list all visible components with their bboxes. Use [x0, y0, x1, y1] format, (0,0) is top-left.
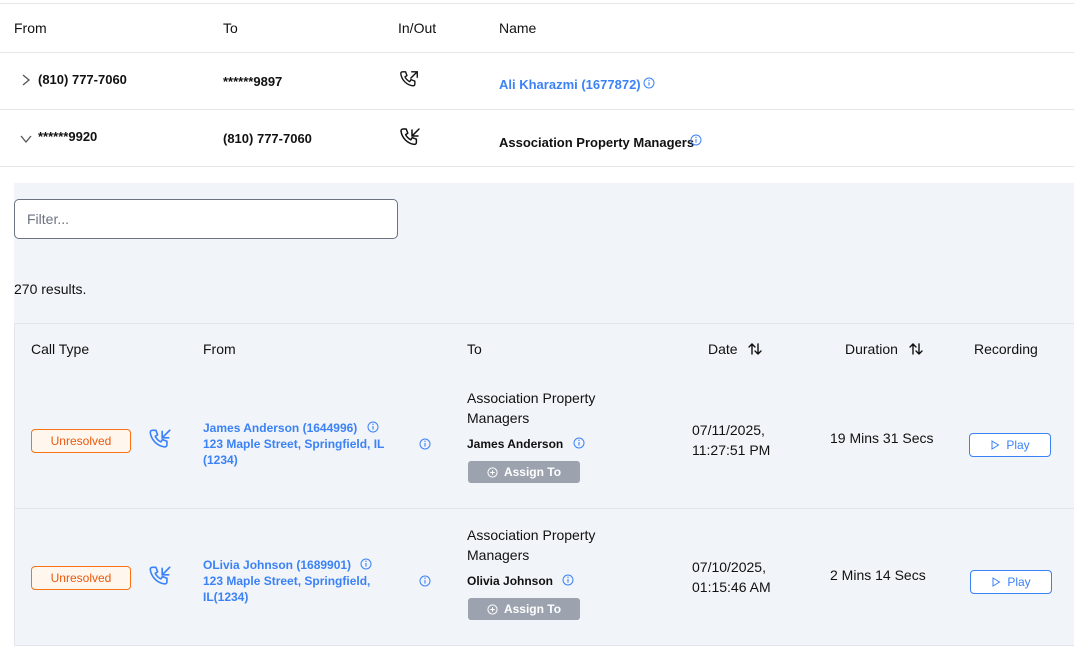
row-from: (810) 777-7060: [38, 72, 127, 87]
sort-date-button[interactable]: Date: [708, 341, 763, 357]
recipient-org: Association Property Managers: [467, 390, 596, 426]
incoming-call-icon: [400, 128, 420, 146]
header-to: To: [223, 20, 238, 36]
sort-duration-button[interactable]: Duration: [845, 341, 924, 357]
play-recording-button[interactable]: Play: [970, 570, 1052, 594]
chevron-down-icon[interactable]: [19, 133, 33, 145]
sort-icon: [748, 343, 763, 355]
recipient-person: James Anderson: [467, 437, 585, 451]
caller-address[interactable]: 123 Maple Street, Springfield, IL(1234): [203, 573, 393, 605]
info-icon[interactable]: [419, 575, 431, 587]
row-to: ******9897: [223, 74, 283, 89]
assign-to-button[interactable]: Assign To: [468, 461, 580, 483]
call-date: 07/10/2025, 01:15:46 AM: [692, 559, 771, 595]
results-count: 270 results.: [14, 281, 87, 297]
info-icon[interactable]: [573, 437, 585, 449]
call-date: 07/11/2025, 11:27:51 PM: [692, 422, 771, 458]
recipient-person: Olivia Johnson: [467, 574, 574, 588]
table-row[interactable]: (810) 777-7060 ******9897 Ali Kharazmi (…: [0, 53, 1074, 110]
chevron-right-icon[interactable]: [20, 73, 32, 87]
info-icon[interactable]: [367, 421, 379, 433]
plus-circle-icon: [487, 466, 498, 478]
recipient-name: James Anderson: [467, 437, 564, 451]
info-icon[interactable]: [690, 134, 702, 146]
play-icon: [991, 440, 1000, 450]
assign-to-button[interactable]: Assign To: [468, 598, 580, 620]
plus-circle-icon: [487, 603, 498, 615]
info-icon[interactable]: [360, 558, 372, 570]
call-log-header: Call Type From To Date Duration Recordin…: [15, 324, 1074, 372]
header-inout: In/Out: [398, 20, 437, 36]
recipient-name: Olivia Johnson: [467, 574, 554, 588]
assign-to-label: Assign To: [503, 602, 562, 616]
call-duration: 19 Mins 31 Secs: [830, 430, 934, 446]
contact-name: Association Property Managers: [499, 135, 695, 150]
info-icon[interactable]: [643, 77, 655, 89]
table-row: Unresolved OLivia Johnson (1689901) 123 …: [15, 509, 1074, 646]
header-from: From: [14, 20, 47, 36]
incoming-call-icon: [149, 429, 171, 448]
sort-icon: [909, 343, 923, 355]
expanded-details-panel: 270 results. Call Type From To Date Dura…: [14, 183, 1074, 646]
row-to: (810) 777-7060: [223, 131, 312, 146]
contact-link[interactable]: Ali Kharazmi (1677872): [499, 77, 641, 92]
caller-address[interactable]: 123 Maple Street, Springfield, IL (1234): [203, 436, 408, 468]
header-name: Name: [499, 20, 537, 36]
table-row[interactable]: ******9920 (810) 777-7060 Association Pr…: [0, 110, 1074, 167]
recipient-org: Association Property Managers: [467, 527, 596, 563]
header-to: To: [467, 341, 482, 357]
caller-name: OLivia Johnson (1689901): [203, 558, 352, 572]
info-icon[interactable]: [562, 574, 574, 586]
caller-link[interactable]: OLivia Johnson (1689901): [203, 558, 372, 572]
header-duration: Duration: [845, 341, 898, 357]
info-icon[interactable]: [419, 438, 431, 450]
header-date: Date: [708, 341, 738, 357]
caller-name: James Anderson (1644996): [203, 421, 358, 435]
play-icon: [992, 577, 1001, 587]
play-label: Play: [1006, 438, 1030, 452]
assign-to-label: Assign To: [503, 465, 562, 479]
outgoing-call-icon: [400, 71, 418, 87]
play-recording-button[interactable]: Play: [969, 433, 1051, 457]
filter-input[interactable]: [14, 199, 398, 239]
status-badge: Unresolved: [31, 566, 131, 590]
calls-summary-table: From To In/Out Name (810) 777-7060 *****…: [0, 4, 1074, 167]
status-badge: Unresolved: [31, 429, 131, 453]
header-recording: Recording: [974, 341, 1038, 357]
call-log-table: Call Type From To Date Duration Recordin…: [14, 323, 1074, 646]
header-call-type: Call Type: [31, 341, 90, 357]
play-label: Play: [1007, 575, 1031, 589]
summary-table-header: From To In/Out Name: [0, 4, 1074, 53]
caller-link[interactable]: James Anderson (1644996): [203, 421, 379, 435]
call-duration: 2 Mins 14 Secs: [830, 567, 926, 583]
table-row: Unresolved James Anderson (1644996) 123 …: [15, 372, 1074, 509]
header-from: From: [203, 341, 236, 357]
contact-name: Ali Kharazmi (1677872): [499, 77, 641, 92]
row-from: ******9920: [38, 129, 98, 144]
incoming-call-icon: [149, 566, 171, 585]
